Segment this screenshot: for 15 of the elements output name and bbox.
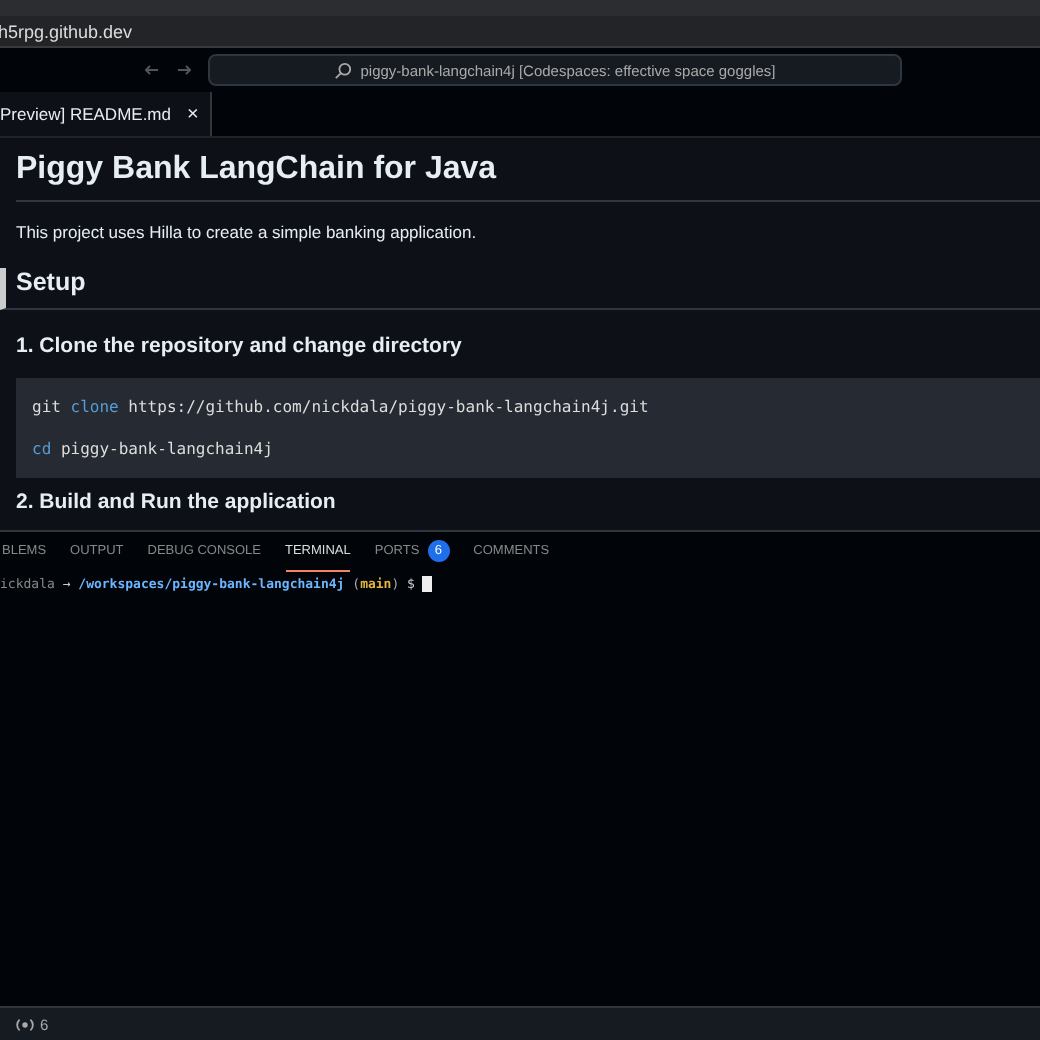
close-icon[interactable]: ×: [187, 103, 199, 125]
forward-icon[interactable]: [176, 64, 192, 76]
section-heading: Setup: [0, 268, 1040, 310]
antenna-icon: [16, 1015, 34, 1033]
url-text: h5rpg.github.dev: [0, 21, 133, 41]
editor-tab[interactable]: Preview] README.md ×: [0, 92, 213, 136]
step-heading: 2. Build and Run the application: [16, 490, 338, 514]
search-icon: [334, 61, 353, 79]
paragraph: This project uses Hilla to create a simple banking application.: [16, 222, 479, 242]
code-line: cd piggy-bank-langchain4j: [32, 438, 275, 462]
step-heading: 1. Clone the repository and change directory: [16, 334, 464, 358]
tab-label: Preview] README.md: [0, 104, 171, 124]
document-title: Piggy Bank LangChain for Java: [16, 152, 1040, 202]
back-icon[interactable]: [144, 64, 160, 76]
code-line: git clone https://github.com/nickdala/piggy-bank-langchain4j.git: [32, 396, 651, 420]
